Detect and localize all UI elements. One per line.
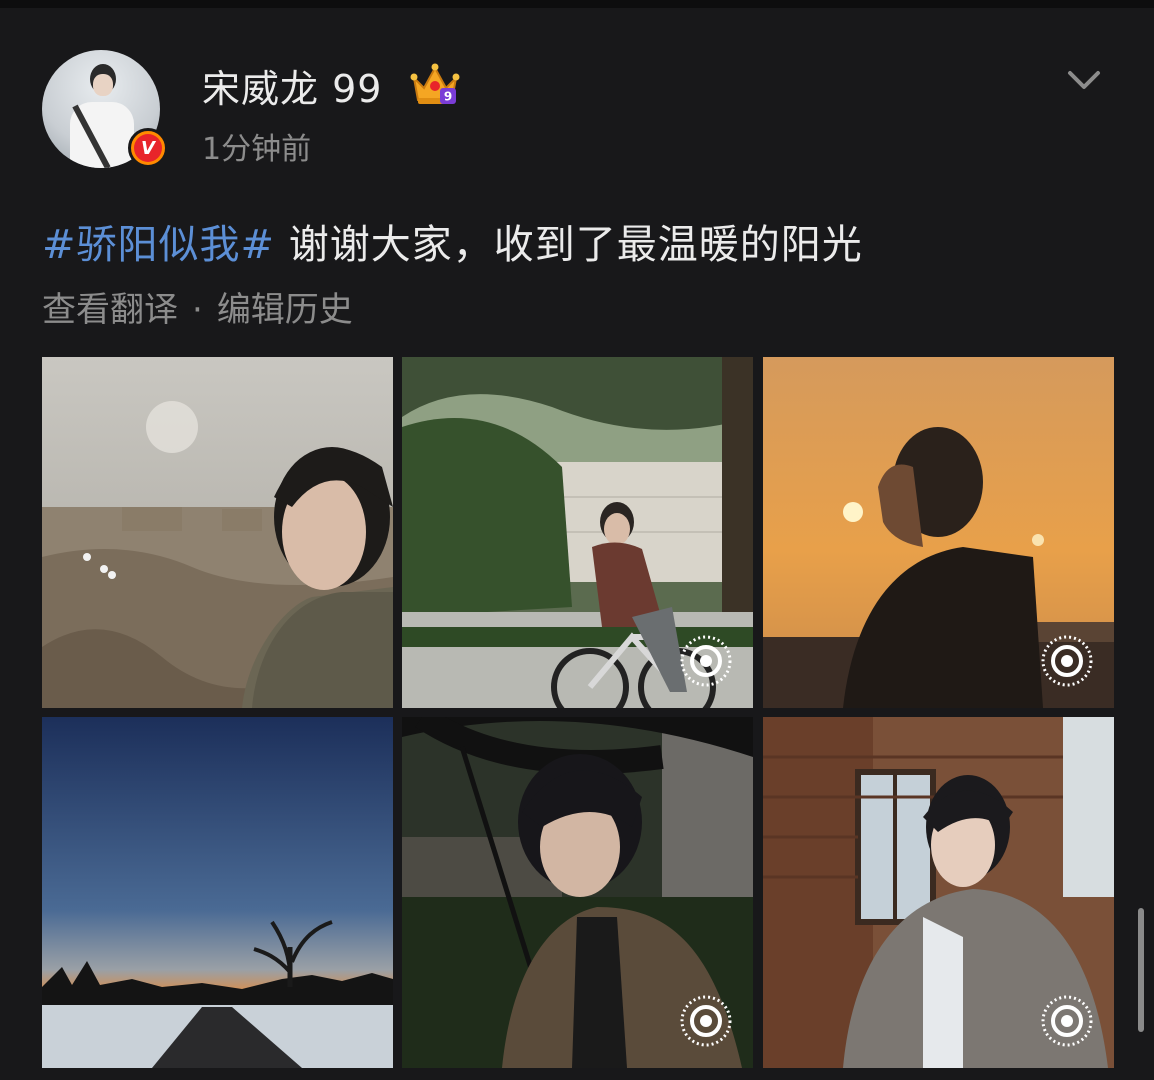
top-edge-strip: [0, 0, 1154, 8]
photo-winter-portrait[interactable]: [763, 717, 1114, 1068]
username[interactable]: 宋威龙 99: [202, 58, 382, 113]
avatar-figure-face: [93, 74, 113, 96]
chevron-down-icon[interactable]: [1062, 62, 1106, 98]
photo-sunset-portrait[interactable]: [763, 357, 1114, 708]
photo-dusk-landscape[interactable]: [42, 717, 393, 1068]
edit-history-link[interactable]: 编辑历史: [217, 290, 353, 330]
photo-bicycle-portrait[interactable]: [402, 357, 753, 708]
translate-link[interactable]: 查看翻译: [42, 290, 178, 330]
live-photo-icon[interactable]: [679, 634, 733, 688]
photo-desert-portrait[interactable]: [42, 357, 393, 708]
post-timestamp: 1分钟前: [202, 132, 312, 167]
live-photo-icon[interactable]: [1040, 634, 1094, 688]
photo-umbrella-portrait[interactable]: [402, 717, 753, 1068]
live-photo-icon[interactable]: [1040, 994, 1094, 1048]
scrollbar[interactable]: [1138, 908, 1144, 1032]
hashtag-link[interactable]: #骄阳似我#: [42, 222, 275, 268]
post-text: #骄阳似我# 谢谢大家，收到了最温暖的阳光: [42, 212, 863, 270]
crown-icon[interactable]: 9: [410, 62, 460, 106]
meta-separator: ·: [192, 290, 203, 330]
post-meta: 查看翻译 · 编辑历史: [42, 282, 353, 331]
verified-badge-icon: V: [128, 128, 168, 168]
live-photo-icon[interactable]: [679, 994, 733, 1048]
verified-badge-letter: V: [134, 134, 162, 162]
post-body: 谢谢大家，收到了最温暖的阳光: [275, 222, 863, 268]
crown-level: 9: [444, 90, 452, 104]
